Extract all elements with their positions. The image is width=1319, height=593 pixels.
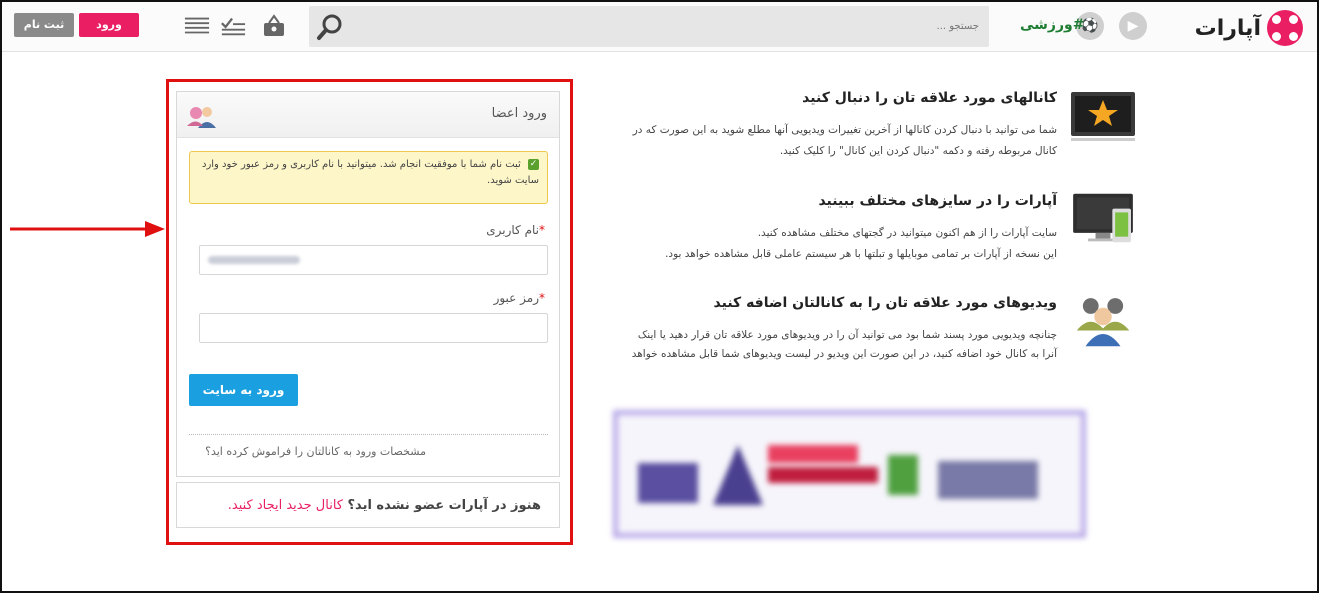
success-alert-text: ثبت نام شما با موفقیت انجام شد. میتوانید… — [201, 159, 539, 186]
users-group-icon — [1076, 298, 1130, 347]
login-panel: ورود اعضا ✓ ثبت نام شما با موفقیت انجام … — [176, 91, 560, 477]
feature-text-follow-2: کانال مربوطه رفته و دکمه "دنبال کردن این… — [779, 145, 1057, 157]
check-icon: ✓ — [528, 158, 539, 170]
success-alert: ✓ ثبت نام شما با موفقیت انجام شد. میتوان… — [189, 151, 548, 204]
ad-graphic — [618, 415, 1081, 533]
forgot-credentials-link[interactable]: مشخصات ورود به کانالتان را فراموش کرده ا… — [205, 445, 426, 458]
password-field[interactable] — [199, 313, 548, 343]
top-header: آپارات ▶ ⚽ #ورزشی ورود ثبت نام — [2, 2, 1317, 52]
login-title: ورود اعضا — [491, 106, 547, 121]
ad-banner[interactable] — [613, 410, 1086, 538]
username-label: *نام کاربری — [486, 223, 545, 237]
aparat-logo[interactable]: آپارات — [1195, 10, 1303, 46]
join-box: هنوز در آپارات عضو نشده اید؟ کانال جدید … — [176, 482, 560, 528]
hashtag-link[interactable]: #ورزشی — [1020, 17, 1084, 33]
search-icon[interactable] — [315, 12, 345, 42]
create-channel-link[interactable]: کانال جدید ایجاد کنید. — [228, 498, 343, 513]
feature-title-devices: آپارات را در سایزهای مختلف ببینید — [818, 193, 1057, 209]
logo-text: آپارات — [1194, 15, 1261, 41]
feature-text-follow-1: شما می توانید با دنبال کردن کانالها از آ… — [632, 124, 1057, 136]
username-field[interactable] — [199, 245, 548, 275]
tv-star-icon — [1071, 92, 1135, 141]
feature-text-devices-1: سایت آپارات را از هم اکنون میتوانید در گ… — [757, 227, 1057, 239]
members-icon — [187, 107, 216, 128]
password-label: *رمز عبور — [493, 291, 545, 305]
aparat-logo-icon — [1267, 10, 1303, 46]
feature-text-favorites-2: آنرا به کانال خود اضافه کنید، در این صور… — [631, 348, 1057, 360]
menu-icon[interactable] — [184, 14, 210, 38]
register-button[interactable]: ثبت نام — [14, 13, 74, 37]
feature-text-favorites-1: چنانچه ویدیویی مورد پسند شما بود می توان… — [637, 329, 1057, 341]
blurred-username-value — [208, 256, 300, 264]
red-arrow-annotation — [10, 221, 165, 237]
feature-title-favorites: ویدیوهای مورد علاقه تان را به کانالتان ا… — [713, 295, 1057, 311]
search-input[interactable] — [379, 14, 979, 38]
shopping-basket-icon[interactable] — [261, 14, 287, 38]
checklist-icon[interactable] — [220, 14, 246, 38]
join-prompt: هنوز در آپارات عضو نشده اید؟ کانال جدید … — [227, 498, 541, 513]
login-panel-header: ورود اعضا — [177, 92, 559, 138]
devices-icon — [1073, 193, 1133, 243]
divider — [189, 434, 548, 435]
login-submit-button[interactable]: ورود به سایت — [189, 374, 298, 406]
feature-title-follow: کانالهای مورد علاقه تان را دنبال کنید — [802, 90, 1057, 106]
feature-text-devices-2: این نسخه از آپارات بر تمامی موبایلها و ت… — [665, 248, 1057, 260]
search-bar — [309, 6, 989, 47]
login-button[interactable]: ورود — [79, 13, 139, 37]
play-icon[interactable]: ▶ — [1119, 12, 1147, 40]
